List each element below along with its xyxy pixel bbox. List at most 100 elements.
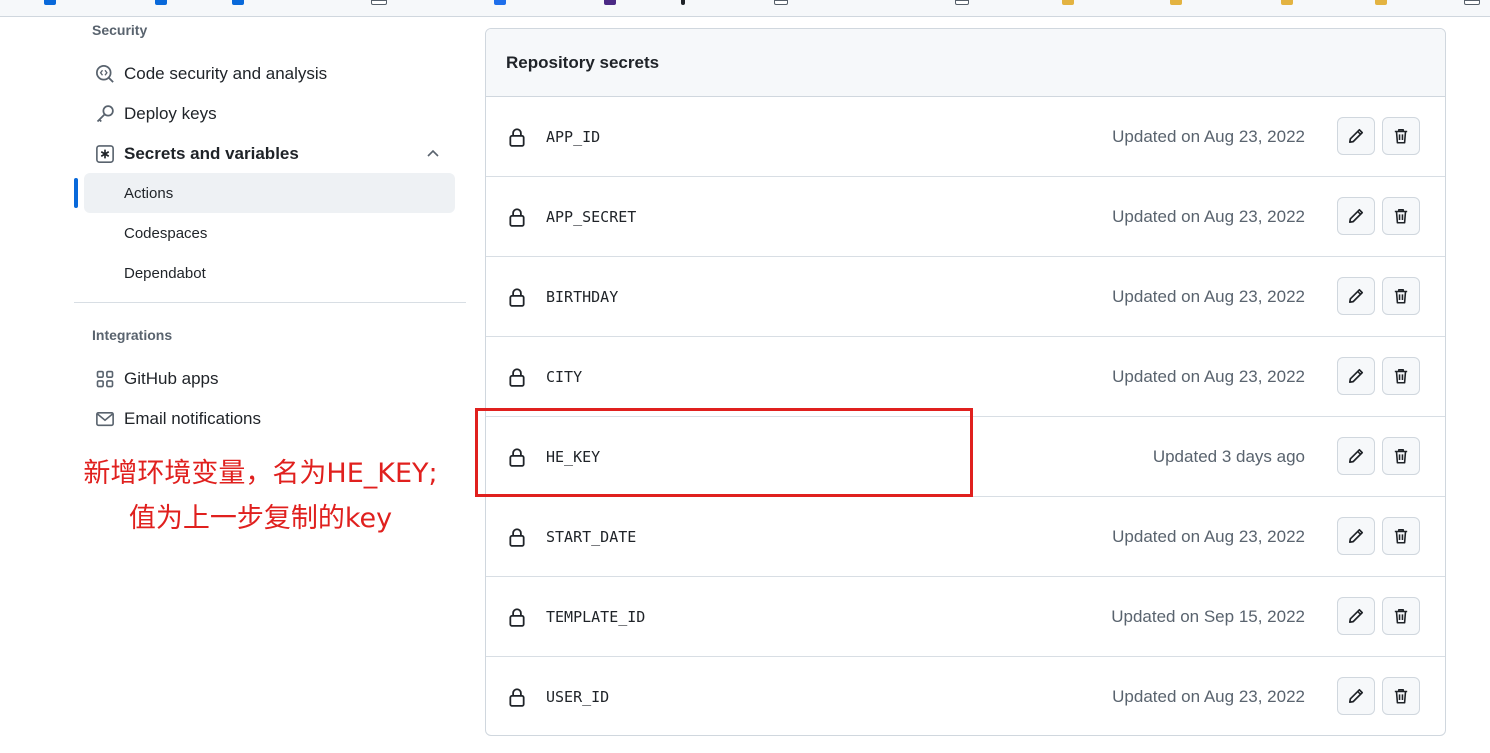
apps-icon bbox=[94, 368, 116, 390]
bookmark-icon[interactable] bbox=[44, 0, 56, 5]
sidebar-subitem-codespaces[interactable]: Codespaces bbox=[84, 213, 455, 253]
bookmark-icon[interactable] bbox=[1464, 0, 1480, 5]
panel-title: Repository secrets bbox=[486, 29, 1445, 97]
active-indicator bbox=[74, 178, 78, 208]
lock-icon bbox=[508, 687, 526, 707]
lock-icon bbox=[508, 207, 526, 227]
secret-row: USER_ID Updated on Aug 23, 2022 bbox=[486, 657, 1445, 735]
edit-secret-button[interactable] bbox=[1337, 437, 1375, 475]
pencil-icon bbox=[1348, 608, 1364, 624]
edit-secret-button[interactable] bbox=[1337, 277, 1375, 315]
lock-icon bbox=[508, 527, 526, 547]
lock-icon bbox=[508, 367, 526, 387]
sidebar-item-github-apps[interactable]: GitHub apps bbox=[84, 359, 455, 399]
browser-bookmarks-strip bbox=[0, 0, 1490, 17]
pencil-icon bbox=[1348, 688, 1364, 704]
trash-icon bbox=[1394, 609, 1408, 624]
pencil-icon bbox=[1348, 528, 1364, 544]
delete-secret-button[interactable] bbox=[1382, 197, 1420, 235]
secret-name: APP_ID bbox=[546, 127, 601, 146]
folder-icon[interactable] bbox=[1375, 0, 1387, 5]
bookmark-icon[interactable] bbox=[681, 0, 685, 5]
folder-icon[interactable] bbox=[1281, 0, 1293, 5]
section-heading-security: Security bbox=[92, 22, 148, 38]
trash-icon bbox=[1394, 529, 1408, 544]
sidebar-item-secrets-and-variables[interactable]: Secrets and variables bbox=[84, 134, 455, 174]
annotation-line-1: 新增环境变量，名为HE_KEY; bbox=[83, 458, 438, 489]
pencil-icon bbox=[1348, 448, 1364, 464]
sidebar-subitem-label: Dependabot bbox=[124, 264, 206, 282]
sidebar-item-label: GitHub apps bbox=[124, 369, 219, 388]
edit-secret-button[interactable] bbox=[1337, 357, 1375, 395]
secret-row: CITY Updated on Aug 23, 2022 bbox=[486, 337, 1445, 417]
secret-updated: Updated 3 days ago bbox=[1152, 446, 1305, 466]
bookmark-icon[interactable] bbox=[155, 0, 167, 5]
sidebar-subitem-dependabot[interactable]: Dependabot bbox=[84, 253, 455, 293]
edit-secret-button[interactable] bbox=[1337, 517, 1375, 555]
sidebar-subitem-label: Actions bbox=[124, 184, 174, 202]
sidebar-item-email-notifications[interactable]: Email notifications bbox=[84, 399, 455, 439]
bookmark-icon[interactable] bbox=[494, 0, 506, 5]
secret-name: CITY bbox=[546, 367, 583, 386]
edit-secret-button[interactable] bbox=[1337, 597, 1375, 635]
secret-updated: Updated on Aug 23, 2022 bbox=[1112, 126, 1305, 146]
secret-updated: Updated on Sep 15, 2022 bbox=[1111, 606, 1305, 626]
secret-updated: Updated on Aug 23, 2022 bbox=[1112, 526, 1305, 546]
folder-icon[interactable] bbox=[1170, 0, 1182, 5]
secret-row: BIRTHDAY Updated on Aug 23, 2022 bbox=[486, 257, 1445, 337]
delete-secret-button[interactable] bbox=[1382, 677, 1420, 715]
sidebar-item-label: Deploy keys bbox=[124, 104, 217, 123]
secret-updated: Updated on Aug 23, 2022 bbox=[1112, 206, 1305, 226]
delete-secret-button[interactable] bbox=[1382, 117, 1420, 155]
edit-secret-button[interactable] bbox=[1337, 197, 1375, 235]
trash-icon bbox=[1394, 209, 1408, 224]
sidebar-subitem-actions[interactable]: Actions bbox=[84, 173, 455, 213]
secret-updated: Updated on Aug 23, 2022 bbox=[1112, 366, 1305, 386]
annotation-line-2: 值为上一步复制的key bbox=[128, 503, 393, 534]
asterisk-icon bbox=[94, 143, 116, 165]
sidebar-item-label: Email notifications bbox=[124, 409, 262, 428]
mail-icon bbox=[94, 408, 116, 430]
bookmark-icon[interactable] bbox=[232, 0, 244, 5]
secret-row: TEMPLATE_ID Updated on Sep 15, 2022 bbox=[486, 577, 1445, 657]
bookmark-icon[interactable] bbox=[604, 0, 616, 5]
trash-icon bbox=[1394, 689, 1408, 704]
sidebar-item-deploy-keys[interactable]: Deploy keys bbox=[84, 94, 455, 134]
sidebar-item-code-security[interactable]: Code security and analysis bbox=[84, 54, 455, 94]
secret-updated: Updated on Aug 23, 2022 bbox=[1112, 686, 1305, 706]
secret-name: APP_SECRET bbox=[546, 207, 637, 226]
pencil-icon bbox=[1348, 128, 1364, 144]
codescan-icon bbox=[94, 63, 116, 85]
section-heading-integrations: Integrations bbox=[92, 327, 173, 343]
delete-secret-button[interactable] bbox=[1382, 437, 1420, 475]
trash-icon bbox=[1394, 289, 1408, 304]
bookmark-icon[interactable] bbox=[955, 0, 969, 5]
lock-icon bbox=[508, 287, 526, 307]
delete-secret-button[interactable] bbox=[1382, 277, 1420, 315]
trash-icon bbox=[1394, 449, 1408, 464]
delete-secret-button[interactable] bbox=[1382, 517, 1420, 555]
edit-secret-button[interactable] bbox=[1337, 117, 1375, 155]
sidebar-item-label: Code security and analysis bbox=[124, 64, 328, 83]
secret-name: USER_ID bbox=[546, 687, 610, 706]
bookmark-icon[interactable] bbox=[774, 0, 788, 5]
secret-updated: Updated on Aug 23, 2022 bbox=[1112, 286, 1305, 306]
sidebar-divider bbox=[74, 302, 466, 303]
lock-icon bbox=[508, 607, 526, 627]
chevron-up-icon[interactable] bbox=[425, 146, 441, 167]
secret-name: TEMPLATE_ID bbox=[546, 607, 646, 626]
folder-icon[interactable] bbox=[1062, 0, 1074, 5]
edit-secret-button[interactable] bbox=[1337, 677, 1375, 715]
highlight-box bbox=[475, 408, 973, 497]
delete-secret-button[interactable] bbox=[1382, 597, 1420, 635]
secret-row: APP_ID Updated on Aug 23, 2022 bbox=[486, 97, 1445, 177]
secret-row: START_DATE Updated on Aug 23, 2022 bbox=[486, 497, 1445, 577]
secret-name: START_DATE bbox=[546, 527, 637, 546]
bookmark-icon[interactable] bbox=[371, 0, 387, 5]
delete-secret-button[interactable] bbox=[1382, 357, 1420, 395]
sidebar-subitem-label: Codespaces bbox=[124, 224, 208, 242]
key-icon bbox=[94, 103, 116, 125]
sidebar-item-label: Secrets and variables bbox=[124, 144, 299, 163]
trash-icon bbox=[1394, 129, 1408, 144]
repository-secrets-panel: Repository secrets APP_ID Updated on Aug… bbox=[485, 28, 1446, 736]
